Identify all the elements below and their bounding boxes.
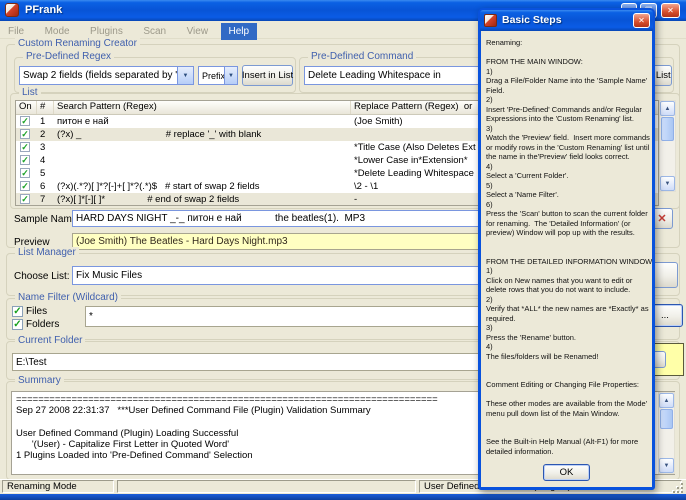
folders-checkbox-label: Folders (26, 319, 59, 330)
row-checkbox[interactable]: ✓ (20, 181, 30, 191)
name-filter-label: Name Filter (Wildcard) (15, 292, 121, 303)
pre-defined-command-label: Pre-Defined Command (308, 51, 416, 62)
summary-scrollbar[interactable]: ▲ ▼ (658, 392, 675, 474)
dialog-app-icon (484, 14, 497, 27)
menu-help[interactable]: Help (221, 23, 258, 40)
search-pattern-cell[interactable]: (?x)[ ]*[-][ ]* # end of swap 2 fields (54, 194, 351, 205)
dialog-title: Basic Steps (502, 10, 562, 31)
ok-button[interactable]: OK (543, 464, 590, 481)
search-pattern-cell[interactable]: (?x) _ # replace '_' with blank (54, 129, 351, 140)
scroll-down-icon[interactable]: ▼ (660, 176, 675, 191)
app-icon (5, 3, 19, 17)
scroll-up-icon[interactable]: ▲ (659, 393, 674, 408)
column-header-on[interactable]: On (16, 101, 37, 114)
row-checkbox[interactable]: ✓ (20, 194, 30, 204)
row-checkbox[interactable]: ✓ (20, 142, 30, 152)
row-number: 3 (37, 142, 54, 153)
dialog-body-text: Renaming: FROM THE MAIN WINDOW: 1) Drag … (486, 38, 652, 458)
basic-steps-dialog: Basic Steps ✕ Renaming: FROM THE MAIN WI… (478, 8, 655, 490)
pre-defined-regex-combobox[interactable]: Swap 2 fields (fields separated by '-' )… (19, 66, 194, 85)
list-label: List (19, 87, 41, 98)
list-scrollbar[interactable]: ▲ ▼ (659, 100, 676, 192)
row-number: 6 (37, 181, 54, 192)
row-checkbox[interactable]: ✓ (20, 116, 30, 126)
row-number: 7 (37, 194, 54, 205)
close-icon: ✕ (667, 6, 674, 15)
choose-list-label: Choose List: (14, 271, 70, 282)
status-mode-panel: Renaming Mode (2, 480, 114, 493)
pre-defined-regex-label: Pre-Defined Regex (23, 51, 114, 62)
column-header-search[interactable]: Search Pattern (Regex) (54, 101, 351, 114)
folders-checkbox[interactable]: ✓ (12, 319, 23, 330)
chevron-down-icon[interactable]: ▼ (177, 67, 193, 84)
dialog-titlebar[interactable]: Basic Steps ✕ (480, 10, 653, 31)
red-x-icon: ✕ (657, 212, 666, 225)
row-checkbox[interactable]: ✓ (20, 155, 30, 165)
scroll-down-icon[interactable]: ▼ (659, 458, 674, 473)
menu-view[interactable]: View (179, 23, 217, 40)
summary-text: ========================================… (16, 394, 438, 461)
list-manager-label: List Manager (15, 247, 79, 258)
regex-position-value: Prefix (199, 71, 224, 81)
resize-grip[interactable] (673, 483, 683, 493)
search-pattern-cell[interactable]: (?x)(.*?)[ ]*?[-]+[ ]*?(.*)$ # start of … (54, 181, 351, 192)
search-pattern-cell[interactable]: питон е най (54, 116, 351, 127)
column-header-num[interactable]: # (37, 101, 54, 114)
insert-regex-in-list-button[interactable]: Insert in List (242, 65, 293, 86)
sample-name-label: Sample Name (14, 214, 77, 225)
menu-scan[interactable]: Scan (135, 23, 174, 40)
row-checkbox[interactable]: ✓ (20, 168, 30, 178)
summary-label: Summary (15, 375, 64, 386)
dialog-close-button[interactable]: ✕ (633, 13, 650, 28)
window-bottom-border (0, 494, 686, 500)
row-number: 5 (37, 168, 54, 179)
window-title: PFrank (25, 0, 62, 21)
files-checkbox[interactable]: ✓ (12, 306, 23, 317)
files-checkbox-label: Files (26, 306, 47, 317)
custom-renaming-creator-label: Custom Renaming Creator (15, 38, 140, 49)
current-folder-label: Current Folder (15, 335, 85, 346)
row-number: 1 (37, 116, 54, 127)
regex-position-combobox[interactable]: Prefix ▼ (198, 66, 238, 85)
status-middle-panel (117, 480, 416, 493)
pre-defined-regex-value: Swap 2 fields (fields separated by '-' )… (20, 70, 177, 81)
row-number: 2 (37, 129, 54, 140)
close-button[interactable]: ✕ (661, 3, 680, 18)
scroll-thumb[interactable] (660, 409, 673, 429)
chevron-down-icon[interactable]: ▼ (224, 67, 237, 84)
row-checkbox[interactable]: ✓ (20, 129, 30, 139)
scroll-thumb[interactable] (661, 117, 674, 141)
close-icon: ✕ (638, 16, 645, 25)
scroll-up-icon[interactable]: ▲ (660, 101, 675, 116)
row-number: 4 (37, 155, 54, 166)
